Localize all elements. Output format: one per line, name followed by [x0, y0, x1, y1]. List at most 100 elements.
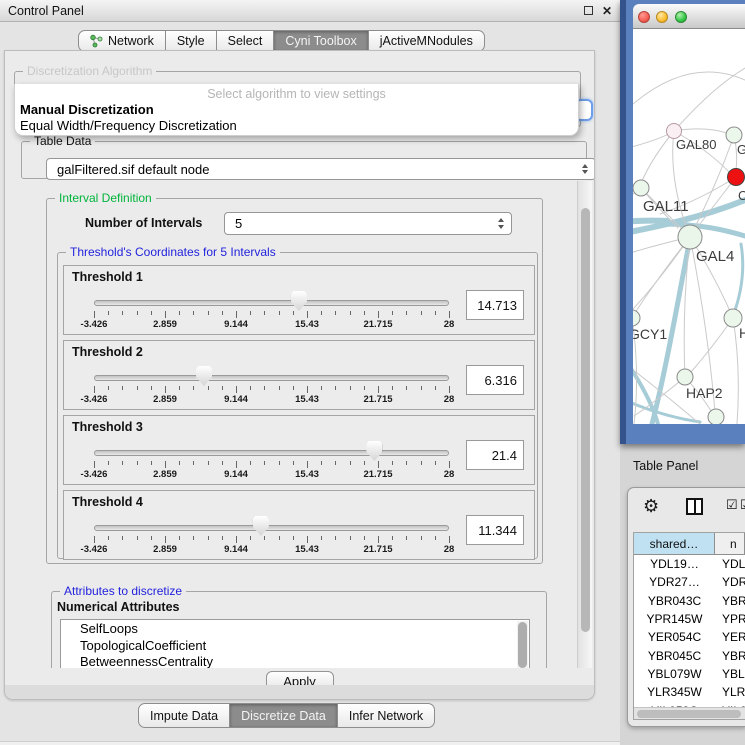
tab-jactivemnodules[interactable]: jActiveMNodules	[369, 30, 485, 52]
panel-bottom-strip	[5, 685, 594, 699]
tab-discretize-data[interactable]: Discretize Data	[230, 703, 338, 728]
list-scrollbar-thumb[interactable]	[518, 622, 527, 668]
network-canvas[interactable]: GAL80GACAGAL11GAL4GCY1HAHAP2	[633, 29, 745, 424]
tick-mark	[151, 536, 152, 540]
algorithm-dropdown-popup: Select algorithm to view settings Manual…	[14, 84, 579, 136]
zoom-traffic-light[interactable]	[675, 11, 687, 23]
checkbox-icon[interactable]: ☑	[740, 498, 745, 511]
table-row[interactable]: YBR045CYBR0	[634, 646, 745, 664]
close-traffic-light[interactable]	[638, 11, 650, 23]
network-node[interactable]	[677, 369, 693, 385]
split-columns-icon[interactable]	[686, 498, 703, 515]
tick-mark	[137, 536, 138, 540]
dropdown-option-equal-width-frequency[interactable]: Equal Width/Frequency Discretization	[20, 118, 237, 133]
scale-label: 2.859	[153, 319, 177, 330]
tab-cyni-toolbox[interactable]: Cyni Toolbox	[274, 30, 368, 52]
cell-shared-name: YBL079W	[634, 667, 715, 681]
threshold-label: Threshold 2	[72, 345, 143, 359]
threshold-slider-handle[interactable]	[196, 366, 212, 386]
tab-impute-data[interactable]: Impute Data	[138, 703, 230, 728]
cell-shared-name: YDL19…	[634, 557, 715, 571]
tick-mark	[193, 386, 194, 390]
threshold-value-field[interactable]: 21.4	[466, 440, 524, 470]
threshold-value-field[interactable]: 11.344	[466, 515, 524, 545]
attribute-list-item[interactable]: BetweennessCentrality	[80, 654, 529, 668]
scale-label: 21.715	[363, 394, 392, 405]
tick-mark	[151, 311, 152, 315]
threshold-slider-track[interactable]	[94, 525, 449, 531]
table-row[interactable]: YPR145WYPR1	[634, 610, 745, 628]
table-hscrollbar-thumb[interactable]	[637, 710, 741, 718]
table-row[interactable]: YDR27…YDR2	[634, 573, 745, 591]
network-node[interactable]	[633, 180, 649, 196]
network-node[interactable]	[678, 225, 702, 249]
tick-mark	[279, 311, 280, 315]
column-header-name[interactable]: n	[715, 533, 745, 555]
close-icon[interactable]: ✕	[602, 5, 612, 17]
threshold-slider-track[interactable]	[94, 375, 449, 381]
tick-mark	[165, 461, 166, 468]
tick-mark	[264, 311, 265, 315]
network-node[interactable]	[708, 409, 724, 424]
threshold-slider-handle[interactable]	[291, 291, 307, 311]
tab-style[interactable]: Style	[166, 30, 217, 52]
tick-mark	[307, 311, 308, 318]
network-view-window: GAL80GACAGAL11GAL4GCY1HAHAP2	[620, 0, 745, 444]
tab-select[interactable]: Select	[217, 30, 275, 52]
tick-mark	[378, 461, 379, 468]
network-window-titlebar[interactable]	[633, 4, 745, 29]
network-node[interactable]	[726, 127, 742, 143]
tick-mark	[421, 536, 422, 540]
scale-label: 2.859	[153, 469, 177, 480]
table-row[interactable]: YDL19…YDL1	[634, 555, 745, 573]
network-node-label: GAL4	[696, 248, 734, 265]
network-node[interactable]	[633, 310, 640, 326]
tick-mark	[108, 461, 109, 465]
dropdown-option-manual-discretization[interactable]: Manual Discretization	[20, 102, 154, 117]
settings-scroll-viewport: Interval Definition Number of Intervals …	[15, 181, 577, 668]
panel-vertical-scrollbar[interactable]	[577, 181, 592, 668]
scale-label: 15.43	[295, 544, 319, 555]
table-data-combobox[interactable]: galFiltered.sif default node	[46, 158, 595, 180]
tick-mark	[165, 386, 166, 393]
tick-mark	[94, 311, 95, 318]
tick-mark	[307, 461, 308, 468]
control-panel-titlebar: Control Panel ✕	[0, 0, 620, 22]
table-row[interactable]: YLR345WYLR3	[634, 683, 745, 701]
tick-mark	[406, 311, 407, 315]
number-of-intervals-label: Number of Intervals	[85, 216, 202, 230]
tick-mark	[335, 311, 336, 315]
threshold-slider-track[interactable]	[94, 300, 449, 306]
tab-label: Impute Data	[150, 709, 218, 723]
attribute-list-item[interactable]: TopologicalCoefficient	[80, 638, 529, 655]
network-edge-thick	[633, 221, 668, 222]
tick-mark	[122, 386, 123, 390]
threshold-value-field[interactable]: 6.316	[466, 365, 524, 395]
number-of-intervals-combobox[interactable]: 5	[224, 212, 512, 235]
threshold-slider-handle[interactable]	[253, 516, 269, 536]
attribute-list-item[interactable]: SelfLoops	[80, 621, 529, 638]
tab-label: Cyni Toolbox	[285, 34, 356, 48]
threshold-value-field[interactable]: 14.713	[466, 290, 524, 320]
table-row[interactable]: YBL079WYBL0	[634, 665, 745, 683]
float-window-icon[interactable]	[584, 6, 593, 15]
table-row[interactable]: YER054CYER0	[634, 628, 745, 646]
table-horizontal-scrollbar[interactable]	[634, 707, 745, 719]
tab-network[interactable]: Network	[78, 30, 166, 52]
tab-infer-network[interactable]: Infer Network	[338, 703, 435, 728]
list-scrollbar[interactable]	[517, 621, 528, 668]
threshold-slider-handle[interactable]	[366, 441, 382, 461]
network-edge	[733, 318, 738, 424]
threshold-panel-2: Threshold 2-3.4262.8599.14415.4321.71528…	[63, 340, 535, 410]
gear-icon[interactable]: ⚙	[643, 497, 659, 515]
network-node[interactable]	[728, 169, 745, 186]
column-header-shared-name[interactable]: shared…	[634, 533, 715, 555]
number-of-intervals-value: 5	[235, 216, 242, 231]
scale-label: 2.859	[153, 394, 177, 405]
table-row[interactable]: YBR043CYBR0	[634, 592, 745, 610]
tick-mark	[435, 311, 436, 315]
panel-scrollbar-thumb[interactable]	[581, 208, 590, 632]
checkbox-icon[interactable]: ☑	[726, 498, 738, 511]
minimize-traffic-light[interactable]	[656, 11, 668, 23]
threshold-slider-track[interactable]	[94, 450, 449, 456]
